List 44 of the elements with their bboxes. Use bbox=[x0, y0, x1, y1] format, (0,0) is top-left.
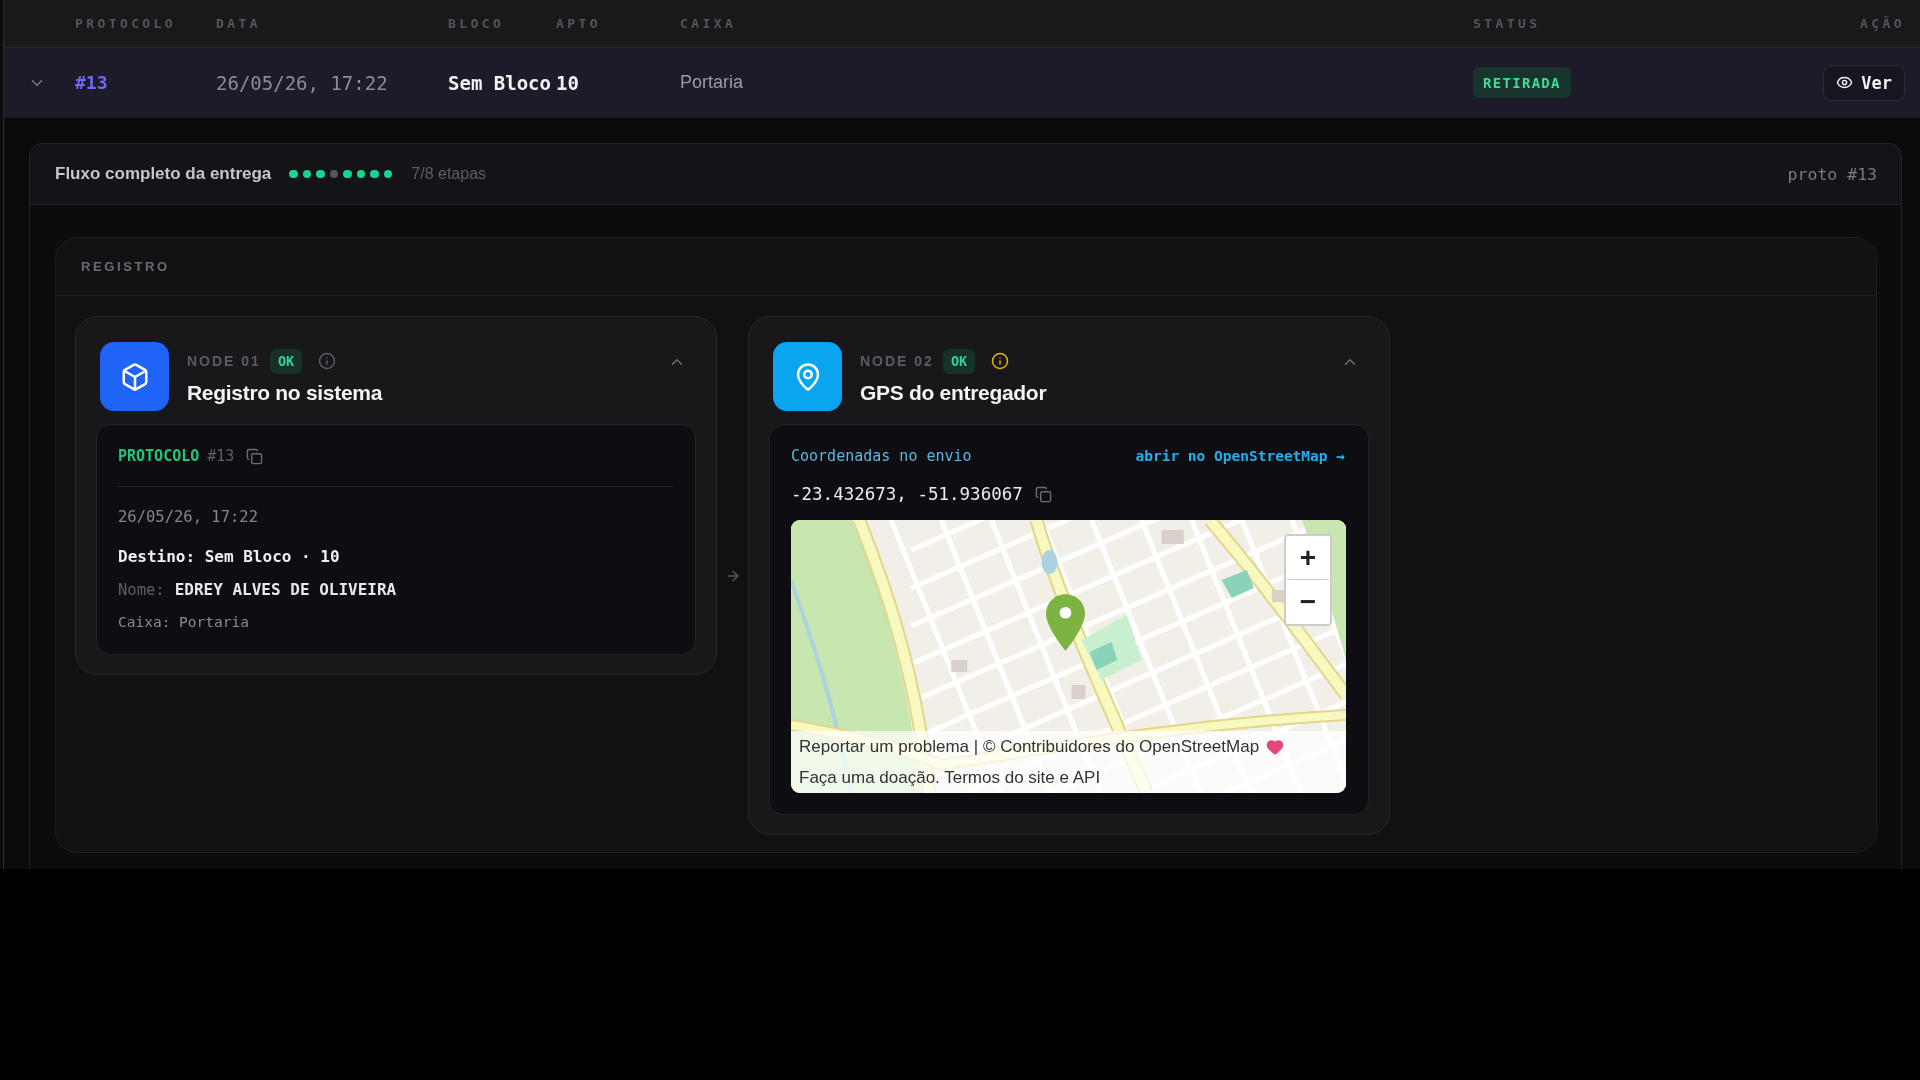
block-text: Sem Bloco bbox=[448, 71, 551, 94]
destination-text: Destino: Sem Bloco · 10 bbox=[118, 547, 341, 567]
box-location-text: Caixa: Portaria bbox=[118, 613, 250, 631]
info-icon[interactable] bbox=[991, 352, 1010, 370]
name-label: Nome: bbox=[118, 580, 165, 600]
eye-icon bbox=[1836, 74, 1854, 91]
node-label: NODE 01 bbox=[187, 353, 261, 369]
attribution-text: Reportar um problema | © Contribuidores do OpenStreetMap bbox=[799, 736, 1260, 757]
node-title: Registro no sistema bbox=[187, 380, 384, 405]
copy-icon[interactable] bbox=[246, 447, 264, 465]
location-text: Portaria bbox=[680, 72, 744, 93]
view-button[interactable]: Ver bbox=[1823, 64, 1905, 101]
flow-title: Fluxo completo da entrega bbox=[55, 164, 272, 184]
status-badge: OK bbox=[942, 348, 976, 374]
status-badge: RETIRADA bbox=[1473, 67, 1571, 98]
column-header: STATUS bbox=[1473, 16, 1541, 31]
column-header: BLOCO bbox=[448, 16, 505, 31]
status-badge: OK bbox=[269, 348, 303, 374]
protocol-label: PROTOCOLO bbox=[118, 447, 200, 465]
step-count-text: 7/8 etapas bbox=[411, 165, 487, 183]
heart-icon bbox=[1266, 737, 1285, 756]
protocol-number: #13 bbox=[75, 72, 108, 93]
coordinates-text: -23.432673, -51.936067 bbox=[791, 484, 1023, 504]
column-header: APTO bbox=[556, 16, 601, 31]
map-link[interactable]: abrir no OpenStreetMap → bbox=[1135, 448, 1345, 464]
map-marker-icon bbox=[1046, 594, 1085, 651]
apartment-text: 10 bbox=[556, 71, 579, 94]
date-text: 26/05/26, 17:22 bbox=[118, 507, 259, 527]
node-label: NODE 02 bbox=[860, 353, 934, 369]
protocol-number: #13 bbox=[207, 447, 235, 465]
column-header: PROTOCOLO bbox=[75, 16, 177, 31]
column-header: DATA bbox=[216, 16, 261, 31]
zoom-in-button[interactable]: + bbox=[1286, 536, 1330, 580]
copy-icon[interactable] bbox=[1034, 485, 1052, 503]
column-header: AÇÃO bbox=[1860, 16, 1905, 31]
date-text: 26/05/26, 17:22 bbox=[216, 71, 388, 94]
attribution-text: Faça uma doação. Termos do site e API bbox=[799, 767, 1101, 788]
name-value: EDREY ALVES DE OLIVEIRA bbox=[174, 580, 397, 600]
section-title: REGISTRO bbox=[81, 259, 170, 274]
table-row[interactable]: #13 26/05/26, 17:22 Sem Bloco 10 Portaria RETIRADA Ver bbox=[4, 48, 1920, 118]
protocol-reference: proto #13 bbox=[1787, 164, 1877, 184]
node-title: GPS do entregador bbox=[860, 380, 1048, 405]
column-header: CAIXA bbox=[680, 16, 737, 31]
coordinates-label: Coordenadas no envio bbox=[791, 447, 972, 465]
